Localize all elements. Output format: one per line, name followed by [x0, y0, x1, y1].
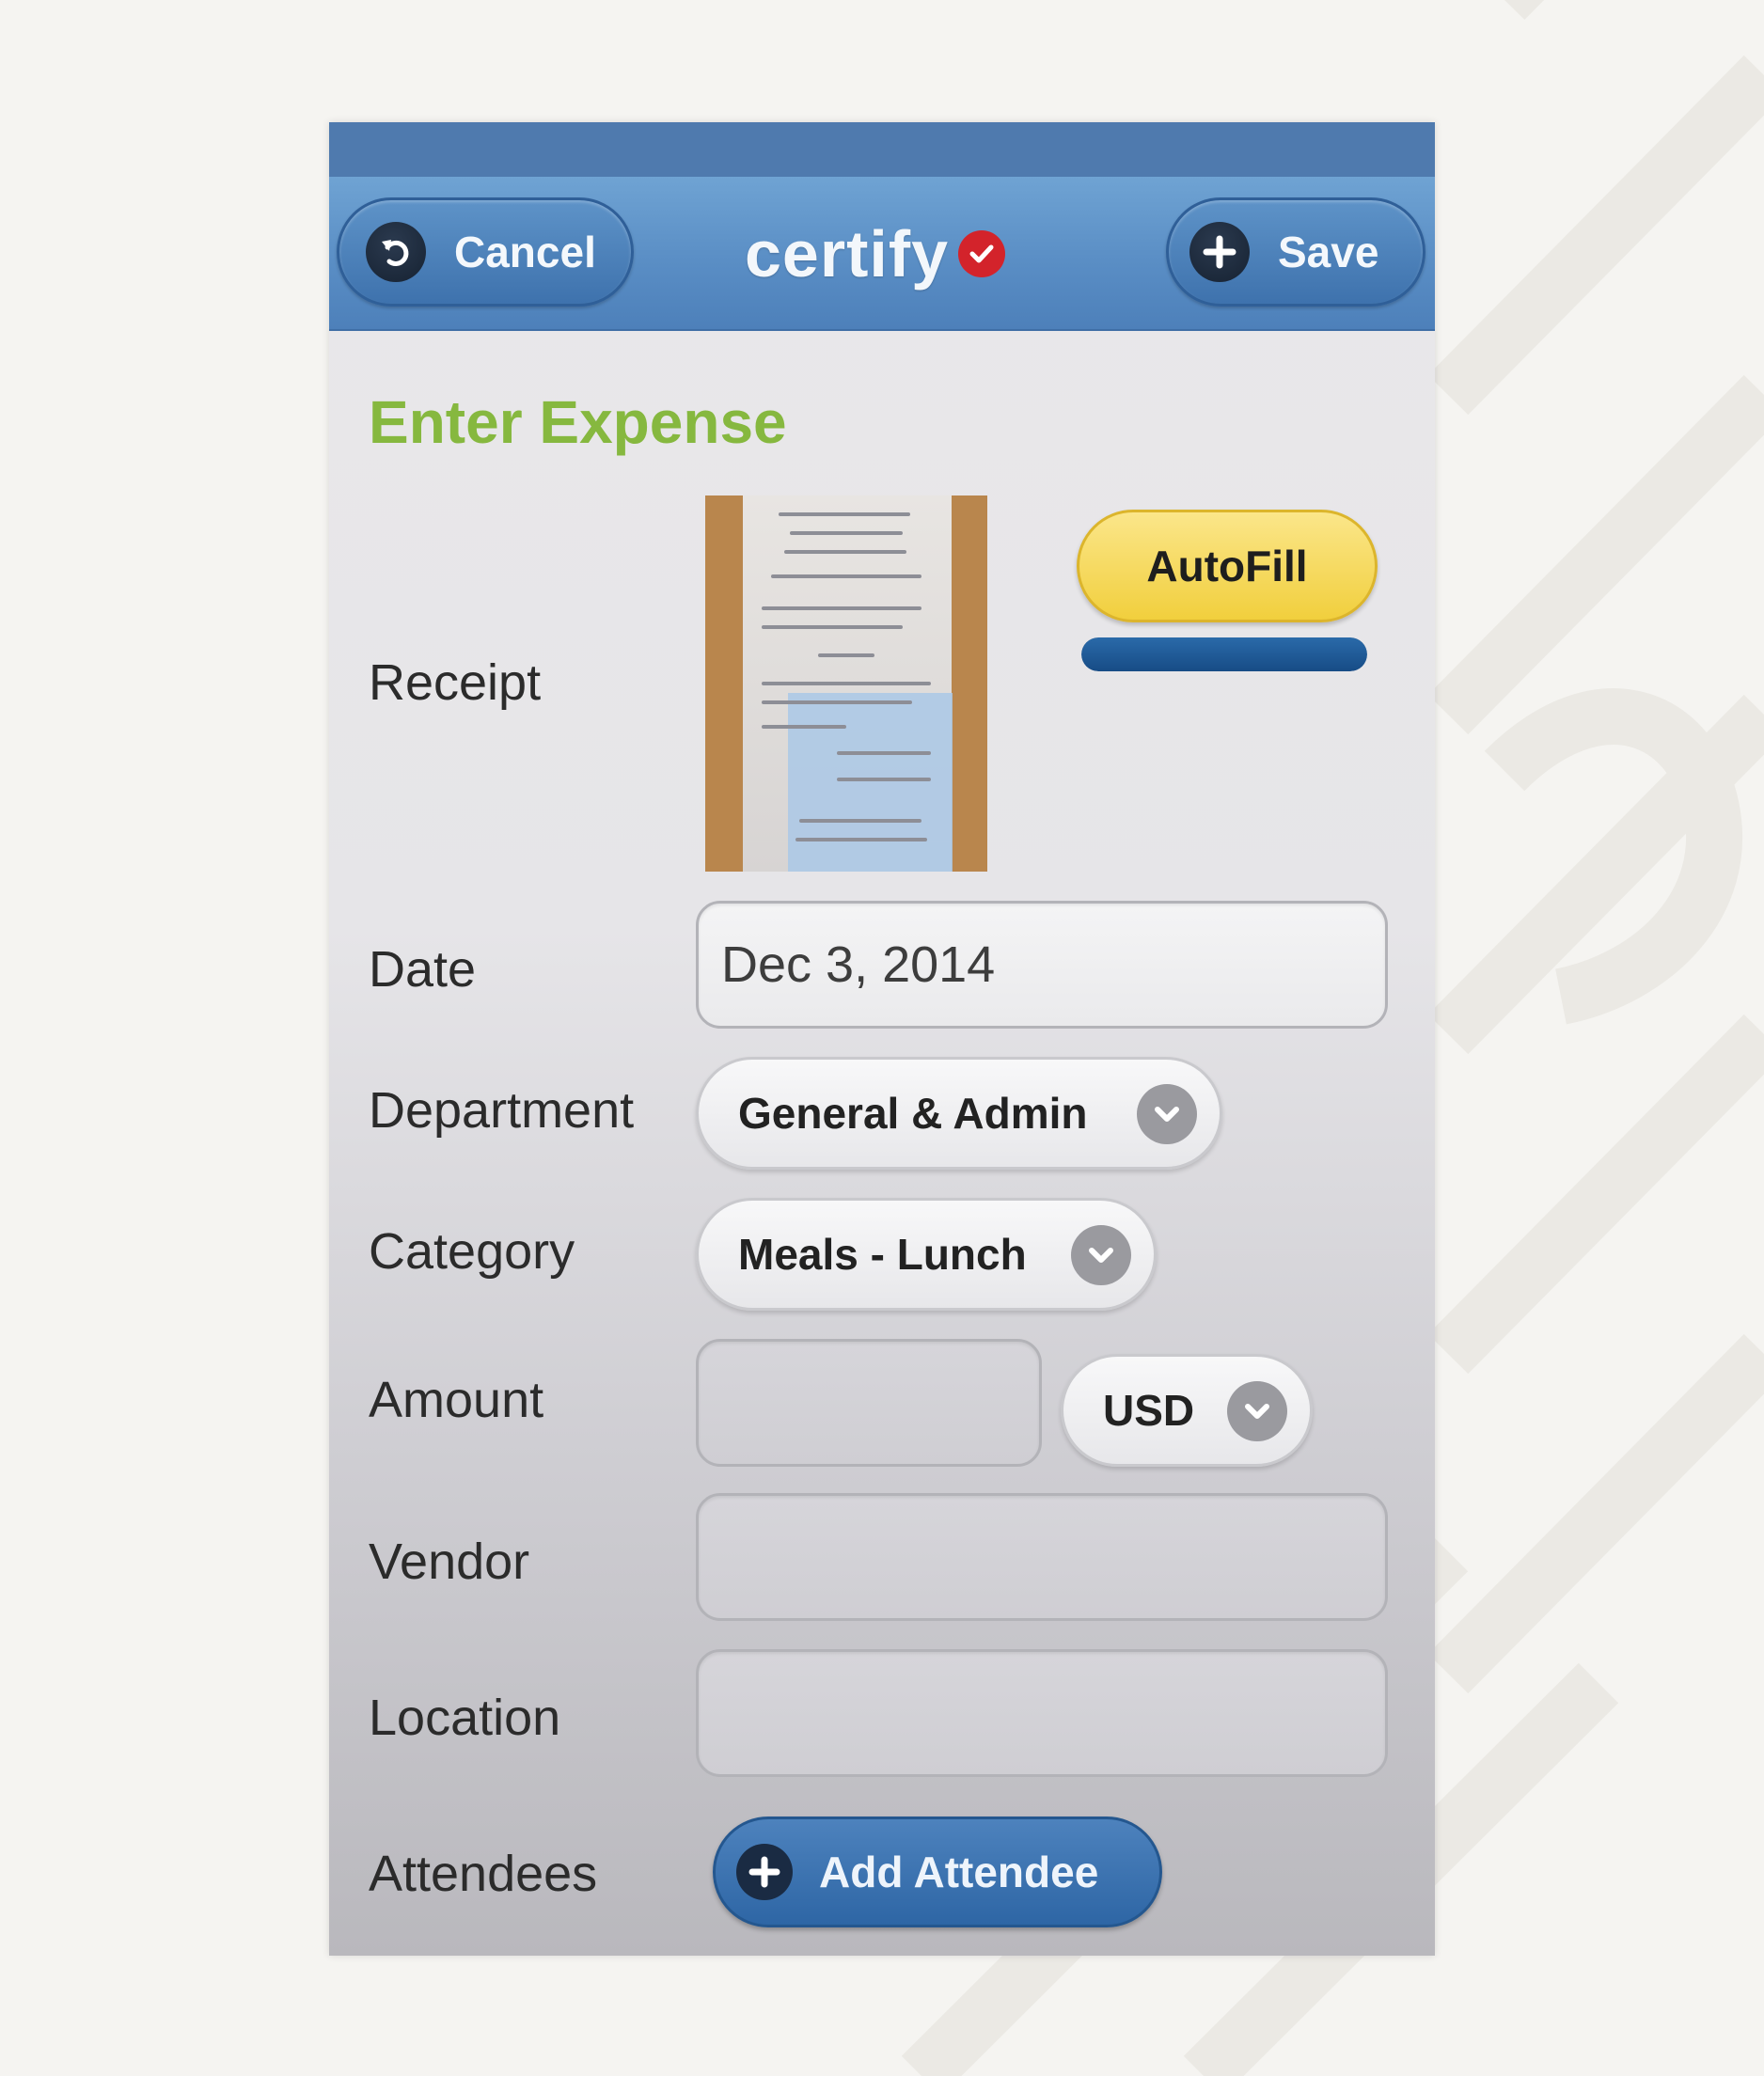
- add-attendee-label: Add Attendee: [819, 1848, 1099, 1896]
- save-label: Save: [1278, 228, 1379, 276]
- receipt-text-line: [795, 838, 927, 841]
- date-label: Date: [369, 941, 477, 998]
- chevron-down-icon: [1137, 1084, 1197, 1144]
- cancel-label: Cancel: [454, 228, 596, 276]
- brand-text: certify: [745, 217, 950, 291]
- receipt-text-line: [790, 531, 903, 535]
- receipt-text-line: [818, 653, 874, 657]
- amount-field[interactable]: [696, 1339, 1042, 1467]
- currency-value: USD: [1103, 1386, 1195, 1435]
- date-value: Dec 3, 2014: [721, 936, 996, 993]
- add-attendee-button[interactable]: Add Attendee: [713, 1816, 1162, 1927]
- currency-select[interactable]: USD: [1061, 1354, 1313, 1467]
- category-value: Meals - Lunch: [738, 1230, 1027, 1279]
- phone-screen: Cancel certify Save Enter Expense Receip…: [329, 122, 1435, 1956]
- department-value: General & Admin: [738, 1089, 1088, 1138]
- status-bar: [329, 122, 1435, 177]
- receipt-thumbnail[interactable]: [705, 495, 987, 872]
- navigation-bar: Cancel certify Save: [329, 177, 1435, 331]
- receipt-text-line: [762, 682, 931, 685]
- plus-icon: [736, 1844, 793, 1900]
- amount-label: Amount: [369, 1372, 544, 1428]
- receipt-text-line: [762, 700, 912, 704]
- undo-arrow-icon: [366, 222, 426, 282]
- receipt-text-line: [837, 778, 931, 781]
- attendees-label: Attendees: [369, 1846, 598, 1902]
- receipt-text-line: [837, 751, 931, 755]
- chevron-down-icon: [1227, 1381, 1287, 1441]
- cancel-button[interactable]: Cancel: [337, 197, 634, 307]
- autofill-progress-bar: [1081, 637, 1367, 671]
- category-label: Category: [369, 1223, 575, 1280]
- receipt-text-line: [779, 512, 910, 516]
- receipt-text-line: [762, 625, 903, 629]
- location-label: Location: [369, 1690, 561, 1746]
- department-select[interactable]: General & Admin: [696, 1057, 1222, 1170]
- chevron-down-icon: [1071, 1225, 1131, 1285]
- receipt-text-line: [762, 606, 921, 610]
- date-field[interactable]: Dec 3, 2014: [696, 901, 1388, 1029]
- vendor-label: Vendor: [369, 1533, 530, 1590]
- location-field[interactable]: [696, 1649, 1388, 1777]
- save-button[interactable]: Save: [1166, 197, 1425, 307]
- receipt-text-line: [784, 550, 906, 554]
- plus-icon: [1189, 222, 1250, 282]
- category-select[interactable]: Meals - Lunch: [696, 1198, 1157, 1311]
- red-check-icon: [958, 230, 1006, 277]
- department-label: Department: [369, 1082, 635, 1139]
- autofill-button[interactable]: AutoFill: [1077, 510, 1378, 622]
- receipt-text-line: [771, 574, 921, 578]
- receipt-highlight: [788, 693, 953, 872]
- progress-fill: [1081, 637, 1367, 671]
- receipt-text-line: [799, 819, 921, 823]
- certify-logo: certify: [745, 216, 1006, 291]
- receipt-text-line: [762, 725, 846, 729]
- receipt-label: Receipt: [369, 654, 542, 711]
- vendor-field[interactable]: [696, 1493, 1388, 1621]
- page-title: Enter Expense: [369, 388, 787, 456]
